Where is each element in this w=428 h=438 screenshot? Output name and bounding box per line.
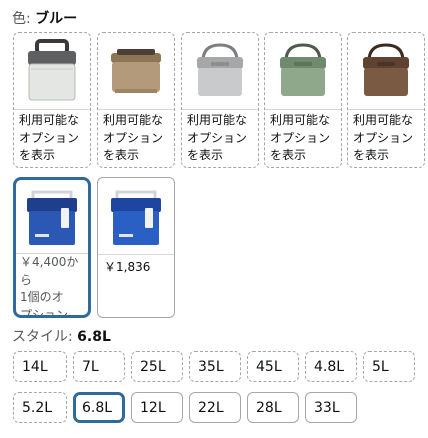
card-divider <box>182 109 258 110</box>
color-option-brown[interactable]: 利用可能な オプション を表示 <box>347 32 425 168</box>
tan-cooler-icon <box>98 33 174 109</box>
size-option-label: 45L <box>256 358 282 375</box>
size-option-label: 6.8L <box>82 399 113 416</box>
view-options-text: 利用可能な オプション を表示 <box>270 113 331 162</box>
size-option-label: 12L <box>140 399 166 416</box>
view-options-text: 利用可能な オプション を表示 <box>353 113 414 162</box>
size-option-12l[interactable]: 12L <box>131 392 183 423</box>
card-divider <box>348 109 424 110</box>
size-option-28l[interactable]: 28L <box>247 392 299 423</box>
color-label-row: 色: ブルー <box>12 8 77 28</box>
selected-color-value: ブルー <box>35 11 78 27</box>
size-option-35l[interactable]: 35L <box>189 351 241 382</box>
gray-cooler-icon <box>182 33 258 109</box>
size-option-7l[interactable]: 7L <box>73 351 125 382</box>
size-option-label: 4.8L <box>314 358 345 375</box>
view-options-text: 利用可能な オプション を表示 <box>187 113 248 162</box>
size-option-label: 5.2L <box>22 399 53 416</box>
white-cooler-icon <box>14 33 90 109</box>
size-option-5l[interactable]: 5L <box>363 351 415 382</box>
size-option-22l[interactable]: 22L <box>189 392 241 423</box>
size-option-25l[interactable]: 25L <box>131 351 183 382</box>
color-option-blue-selected[interactable]: ￥4,400から 1個のオ プション <box>13 177 91 318</box>
size-option-label: 35L <box>198 358 224 375</box>
price-from-text: ￥4,400から 1個のオ プション <box>20 255 79 318</box>
view-options-text: 利用可能な オプション を表示 <box>103 113 164 162</box>
size-option-4-8l[interactable]: 4.8L <box>305 351 357 382</box>
color-option-green[interactable]: 利用可能な オプション を表示 <box>264 32 342 168</box>
color-label: 色: <box>12 11 31 27</box>
card-divider <box>265 109 341 110</box>
green-cooler-icon <box>265 33 341 109</box>
size-option-label: 33L <box>314 399 340 416</box>
card-divider <box>98 254 174 255</box>
color-option-gray[interactable]: 利用可能な オプション を表示 <box>181 32 259 168</box>
size-label-row: スタイル: 6.8L <box>12 326 111 346</box>
size-option-label: 22L <box>198 399 224 416</box>
size-option-label: 14L <box>22 358 48 375</box>
size-option-5-2l[interactable]: 5.2L <box>13 392 67 423</box>
blue-cooler-icon <box>98 180 174 254</box>
color-option-tan[interactable]: 利用可能な オプション を表示 <box>97 32 175 168</box>
size-option-label: 7L <box>82 358 99 375</box>
price-text: ￥1,836 <box>104 260 151 274</box>
blue-cooler-icon <box>16 180 88 254</box>
color-option-white[interactable]: 利用可能な オプション を表示 <box>13 32 91 168</box>
size-option-33l[interactable]: 33L <box>305 392 357 423</box>
size-option-label: 25L <box>140 358 166 375</box>
card-divider <box>14 109 90 110</box>
view-options-text: 利用可能な オプション を表示 <box>19 113 80 162</box>
size-option-label: 28L <box>256 399 282 416</box>
size-option-label: 5L <box>372 358 389 375</box>
color-option-blue[interactable]: ￥1,836 <box>97 177 175 318</box>
size-label: スタイル: <box>12 329 73 345</box>
size-option-14l[interactable]: 14L <box>13 351 67 382</box>
brown-cooler-icon <box>348 33 424 109</box>
size-option-6-8l-selected[interactable]: 6.8L <box>73 392 125 423</box>
selected-size-value: 6.8L <box>77 329 111 345</box>
size-option-45l[interactable]: 45L <box>247 351 299 382</box>
card-divider <box>98 109 174 110</box>
